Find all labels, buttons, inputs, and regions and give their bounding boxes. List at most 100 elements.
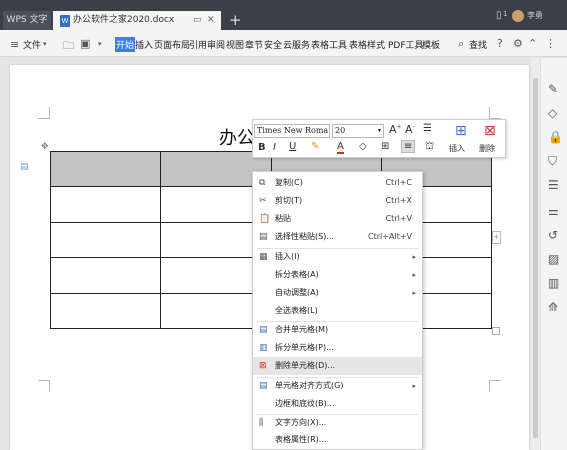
tab-start[interactable]: 开始 — [115, 37, 136, 52]
menu-item-table-properties[interactable]: 表格属性(R)... — [253, 431, 422, 449]
tab-page-layout[interactable]: 页面布局 — [154, 38, 190, 51]
settings-gear-icon[interactable]: ⚙ — [513, 37, 523, 50]
copy-icon: ⧉ — [259, 178, 266, 188]
align-icon[interactable]: ≡ — [401, 140, 416, 153]
paste-icon: 📋 — [259, 214, 271, 224]
history-icon[interactable]: ↺ — [548, 228, 558, 242]
menu-item-split-cells[interactable]: ▥ 拆分单元格(P)... — [253, 339, 422, 357]
font-color-icon[interactable]: A — [337, 141, 344, 154]
menu-item-copy[interactable]: ⧉ 复制(C) Ctrl+C — [253, 174, 422, 192]
delete-button[interactable]: 删除 — [479, 143, 495, 154]
tab-list-icon[interactable]: ▯ — [496, 10, 502, 21]
tab-close-icon[interactable]: ✕ — [207, 11, 215, 30]
tab-table-tools[interactable]: 表格工具 — [311, 38, 347, 51]
font-size-select[interactable]: 20 ▾ — [332, 124, 384, 138]
lock-icon[interactable]: 🔒 — [548, 130, 563, 144]
scrollbar-thumb[interactable] — [533, 78, 538, 438]
chevron-down-icon[interactable]: ▾ — [43, 40, 47, 48]
line-spacing-icon[interactable]: ☰ — [423, 123, 432, 134]
highlight-icon[interactable]: ✎ — [311, 141, 319, 152]
menu-item-auto-fit[interactable]: 自动调整(A) ▸ — [253, 284, 422, 302]
delete-table-icon[interactable]: ⊠ — [484, 123, 496, 139]
menu-item-delete-cells[interactable]: ⊠ 删除单元格(D)... — [253, 357, 422, 375]
more-chevron-icon[interactable]: ▾ — [98, 40, 102, 48]
tab-pdf-tools[interactable]: PDF工具 — [388, 38, 424, 51]
outline-icon[interactable]: ☰ — [548, 178, 559, 192]
menu-bar: ≡ 文件 ▾ 🗀 ▣ ▾ 开始 插入 页面布局 引用 审阅 视图 章节 安全 云… — [0, 30, 567, 57]
insert-button[interactable]: 插入 — [449, 143, 465, 154]
avatar[interactable] — [512, 10, 524, 22]
open-folder-icon[interactable]: 🗀 — [63, 37, 74, 56]
tab-insert[interactable]: 插入 — [135, 38, 153, 51]
image-icon[interactable]: ▨ — [548, 252, 559, 266]
help-icon[interactable]: ? — [497, 37, 503, 50]
hamburger-menu-icon[interactable]: ≡ — [10, 38, 19, 51]
tab-count-label: 1 — [503, 10, 508, 18]
menu-item-cut[interactable]: ✂ 剪切(T) Ctrl+X — [253, 192, 422, 210]
shading-icon[interactable]: ◇ — [359, 141, 367, 152]
shrink-font-icon[interactable]: A- — [405, 123, 415, 136]
tab-cloud[interactable]: 云服务 — [283, 38, 310, 51]
table-move-handle-icon[interactable]: ✥ — [41, 142, 49, 152]
document-file-icon: W — [60, 15, 70, 27]
tab-security[interactable]: 安全 — [264, 38, 282, 51]
vertical-scrollbar[interactable] — [531, 58, 540, 450]
cell-fill-icon[interactable]: ⛫ — [425, 141, 434, 154]
font-name-select[interactable]: Times New Roma — [254, 124, 330, 138]
document-tab[interactable]: W 办公软件之家2020.docx ▭ ✕ — [53, 11, 221, 30]
menu-item-label: 粘贴 — [275, 214, 291, 223]
paragraph-layout-icon[interactable]: ▤ — [20, 162, 29, 172]
insert-table-icon[interactable]: ⊞ — [455, 123, 467, 139]
tab-references[interactable]: 引用 — [189, 38, 207, 51]
add-column-handle-icon[interactable]: + — [492, 231, 501, 244]
underline-icon[interactable]: U — [289, 141, 296, 152]
scissors-icon: ✂ — [259, 196, 267, 206]
menu-item-label: 复制(C) — [275, 178, 303, 187]
tab-chapter[interactable]: 章节 — [245, 38, 263, 51]
menu-item-insert[interactable]: ▦ 插入(I) ▸ — [253, 248, 422, 266]
minimize-ribbon-icon[interactable]: ⌃ — [528, 37, 537, 50]
tab-window-icon[interactable]: ▭ — [193, 11, 202, 30]
menu-item-label: 剪切(T) — [275, 196, 303, 205]
wps-home-tab[interactable]: WPS 文字 — [3, 11, 51, 30]
menu-item-borders-shading[interactable]: 边框和底纹(B)... — [253, 395, 422, 413]
dictionary-icon[interactable]: ▥ — [548, 276, 559, 290]
eraser-icon[interactable]: ◇ — [548, 106, 557, 120]
table-cell[interactable] — [49, 292, 162, 330]
search-icon[interactable]: ⌕ — [458, 37, 464, 51]
menu-item-label: 全选表格(L) — [275, 306, 318, 315]
menu-item-text-direction[interactable]: ⫼ 文字方向(X)... — [253, 414, 422, 432]
sliders-icon[interactable]: ⚌ — [548, 204, 559, 218]
more-icon[interactable]: ⋮ — [545, 37, 556, 50]
borders-icon[interactable]: ⊞ — [381, 141, 389, 152]
save-icon[interactable]: ▣ — [80, 37, 90, 50]
table-cell[interactable] — [49, 150, 162, 188]
menu-item-paste-special[interactable]: ▤ 选择性粘贴(S)... Ctrl+Alt+V — [253, 228, 422, 246]
menu-item-cell-alignment[interactable]: ▤ 单元格对齐方式(G) ▸ — [253, 377, 422, 395]
bold-icon[interactable]: B — [258, 142, 266, 153]
italic-icon[interactable]: I — [273, 142, 276, 153]
tab-template[interactable]: 模板 — [422, 38, 440, 51]
menu-item-paste[interactable]: 📋 粘贴 Ctrl+V — [253, 210, 422, 228]
menu-item-label: 文字方向(X)... — [275, 418, 327, 427]
tab-table-style[interactable]: 表格样式 — [349, 38, 385, 51]
tab-view[interactable]: 视图 — [226, 38, 244, 51]
table-cell[interactable] — [49, 221, 162, 259]
grow-font-icon[interactable]: A+ — [389, 123, 402, 136]
table-resize-handle-icon[interactable] — [492, 327, 500, 335]
new-tab-button[interactable]: + — [229, 11, 242, 30]
table-cell[interactable] — [49, 186, 162, 223]
pen-icon[interactable]: ✎ — [548, 82, 558, 96]
menu-item-label: 单元格对齐方式(G) — [275, 381, 344, 390]
menu-item-select-table[interactable]: 全选表格(L) — [253, 302, 422, 320]
file-menu[interactable]: 文件 — [23, 38, 41, 51]
title-bar: WPS 文字 W 办公软件之家2020.docx ▭ ✕ + ▯ 1 李勇 — [0, 0, 567, 30]
cell-align-icon: ▤ — [259, 381, 268, 391]
share-icon[interactable]: ⟰ — [548, 300, 558, 314]
table-cell[interactable] — [49, 257, 162, 294]
search-button[interactable]: 查找 — [469, 38, 487, 51]
style-icon[interactable]: ⛉ — [548, 154, 557, 169]
menu-item-merge-cells[interactable]: ▤ 合并单元格(M) — [253, 321, 422, 339]
menu-item-split-table[interactable]: 拆分表格(A) ▸ — [253, 266, 422, 284]
tab-review[interactable]: 审阅 — [207, 38, 225, 51]
